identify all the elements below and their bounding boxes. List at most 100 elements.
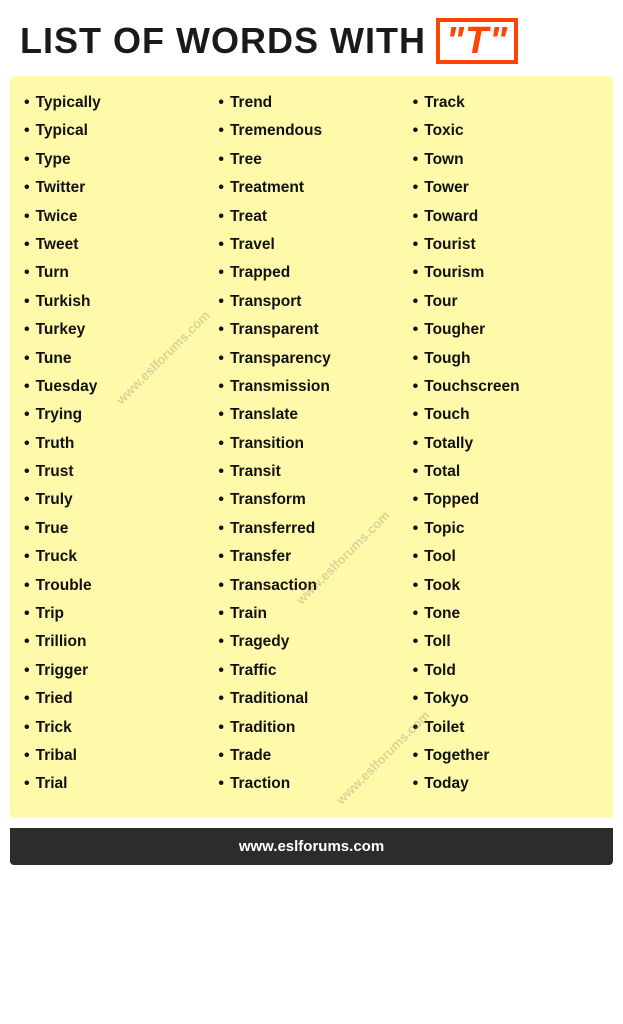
list-item: •Transparent [218,319,404,341]
word-label: Total [424,461,460,483]
bullet-icon: • [413,120,419,142]
list-item: •Transferred [218,518,404,540]
bullet-icon: • [413,717,419,739]
list-item: •Totally [413,433,599,455]
list-item: •Told [413,660,599,682]
list-item: •Tuesday [24,376,210,398]
word-label: Transit [230,461,281,483]
word-label: Took [424,575,460,597]
bullet-icon: • [218,603,224,625]
word-label: Touchscreen [424,376,519,398]
list-item: • Traffic [218,660,404,682]
word-label: Tremendous [230,120,322,142]
list-item: •Total [413,461,599,483]
list-item: • True [24,518,210,540]
word-label: Tower [424,177,469,199]
column-2: •Trend•Tremendous•Tree•Treatment•Treat•T… [214,92,408,802]
word-label: Trend [230,92,272,114]
list-item: •Trillion [24,631,210,653]
word-label: Truck [36,546,77,568]
bullet-icon: • [24,546,30,568]
bullet-icon: • [413,631,419,653]
list-item: •Transition [218,433,404,455]
bullet-icon: • [413,518,419,540]
bullet-icon: • [413,149,419,171]
word-label: Tone [424,603,460,625]
word-label: Tune [36,348,72,370]
list-item: •Treatment [218,177,404,199]
word-label: Travel [230,234,275,256]
bullet-icon: • [218,262,224,284]
list-item: •Transfer [218,546,404,568]
list-item: •Train [218,603,404,625]
bullet-icon: • [218,376,224,398]
word-label: Trouble [36,575,92,597]
list-item: •Touchscreen [413,376,599,398]
bullet-icon: • [413,262,419,284]
list-item: •Toilet [413,717,599,739]
word-label: Turn [36,262,69,284]
bullet-icon: • [24,319,30,341]
word-label: Traction [230,773,290,795]
word-label: Transmission [230,376,330,398]
list-item: • Truck [24,546,210,568]
list-item: •Toxic [413,120,599,142]
list-item: •Traction [218,773,404,795]
list-item: •Trial [24,773,210,795]
bullet-icon: • [218,489,224,511]
word-label: Topped [424,489,479,511]
word-label: Toxic [424,120,463,142]
word-label: Trade [230,745,271,767]
list-item: •Track [413,92,599,114]
bullet-icon: • [413,291,419,313]
list-item: •Traditional [218,688,404,710]
bullet-icon: • [24,404,30,426]
bullet-icon: • [24,745,30,767]
word-label: Traffic [230,660,277,682]
word-label: Treatment [230,177,304,199]
word-label: Transition [230,433,304,455]
bullet-icon: • [218,149,224,171]
word-label: Transparency [230,348,331,370]
word-label: Totally [424,433,473,455]
word-label: Tribal [36,745,77,767]
list-item: •Transit [218,461,404,483]
list-item: •Transaction [218,575,404,597]
list-item: •Transform [218,489,404,511]
bullet-icon: • [413,177,419,199]
bullet-icon: • [218,120,224,142]
bullet-icon: • [218,717,224,739]
list-item: •Tougher [413,319,599,341]
bullet-icon: • [24,291,30,313]
bullet-icon: • [24,489,30,511]
word-label: Twice [36,206,78,228]
content-area: •Typically•Typical•Type•Twitter•Twice•Tw… [10,76,613,818]
word-label: Turkey [36,319,86,341]
word-label: Typical [36,120,88,142]
word-label: Tradition [230,717,295,739]
list-item: •Truth [24,433,210,455]
word-label: Tough [424,348,470,370]
word-label: Twitter [36,177,86,199]
bullet-icon: • [24,518,30,540]
bullet-icon: • [24,149,30,171]
word-label: True [36,518,69,540]
word-label: Tweet [36,234,79,256]
bullet-icon: • [218,348,224,370]
list-item: •Trick [24,717,210,739]
word-label: Touch [424,404,469,426]
bullet-icon: • [24,660,30,682]
bullet-icon: • [218,660,224,682]
bullet-icon: • [413,575,419,597]
bullet-icon: • [218,234,224,256]
word-label: Track [424,92,465,114]
word-label: Trust [36,461,74,483]
list-item: •Type [24,149,210,171]
word-label: Truth [36,433,75,455]
list-item: •Today [413,773,599,795]
word-label: Tuesday [36,376,98,398]
list-item: •Trend [218,92,404,114]
bullet-icon: • [24,717,30,739]
word-label: Treat [230,206,267,228]
list-item: •Trapped [218,262,404,284]
